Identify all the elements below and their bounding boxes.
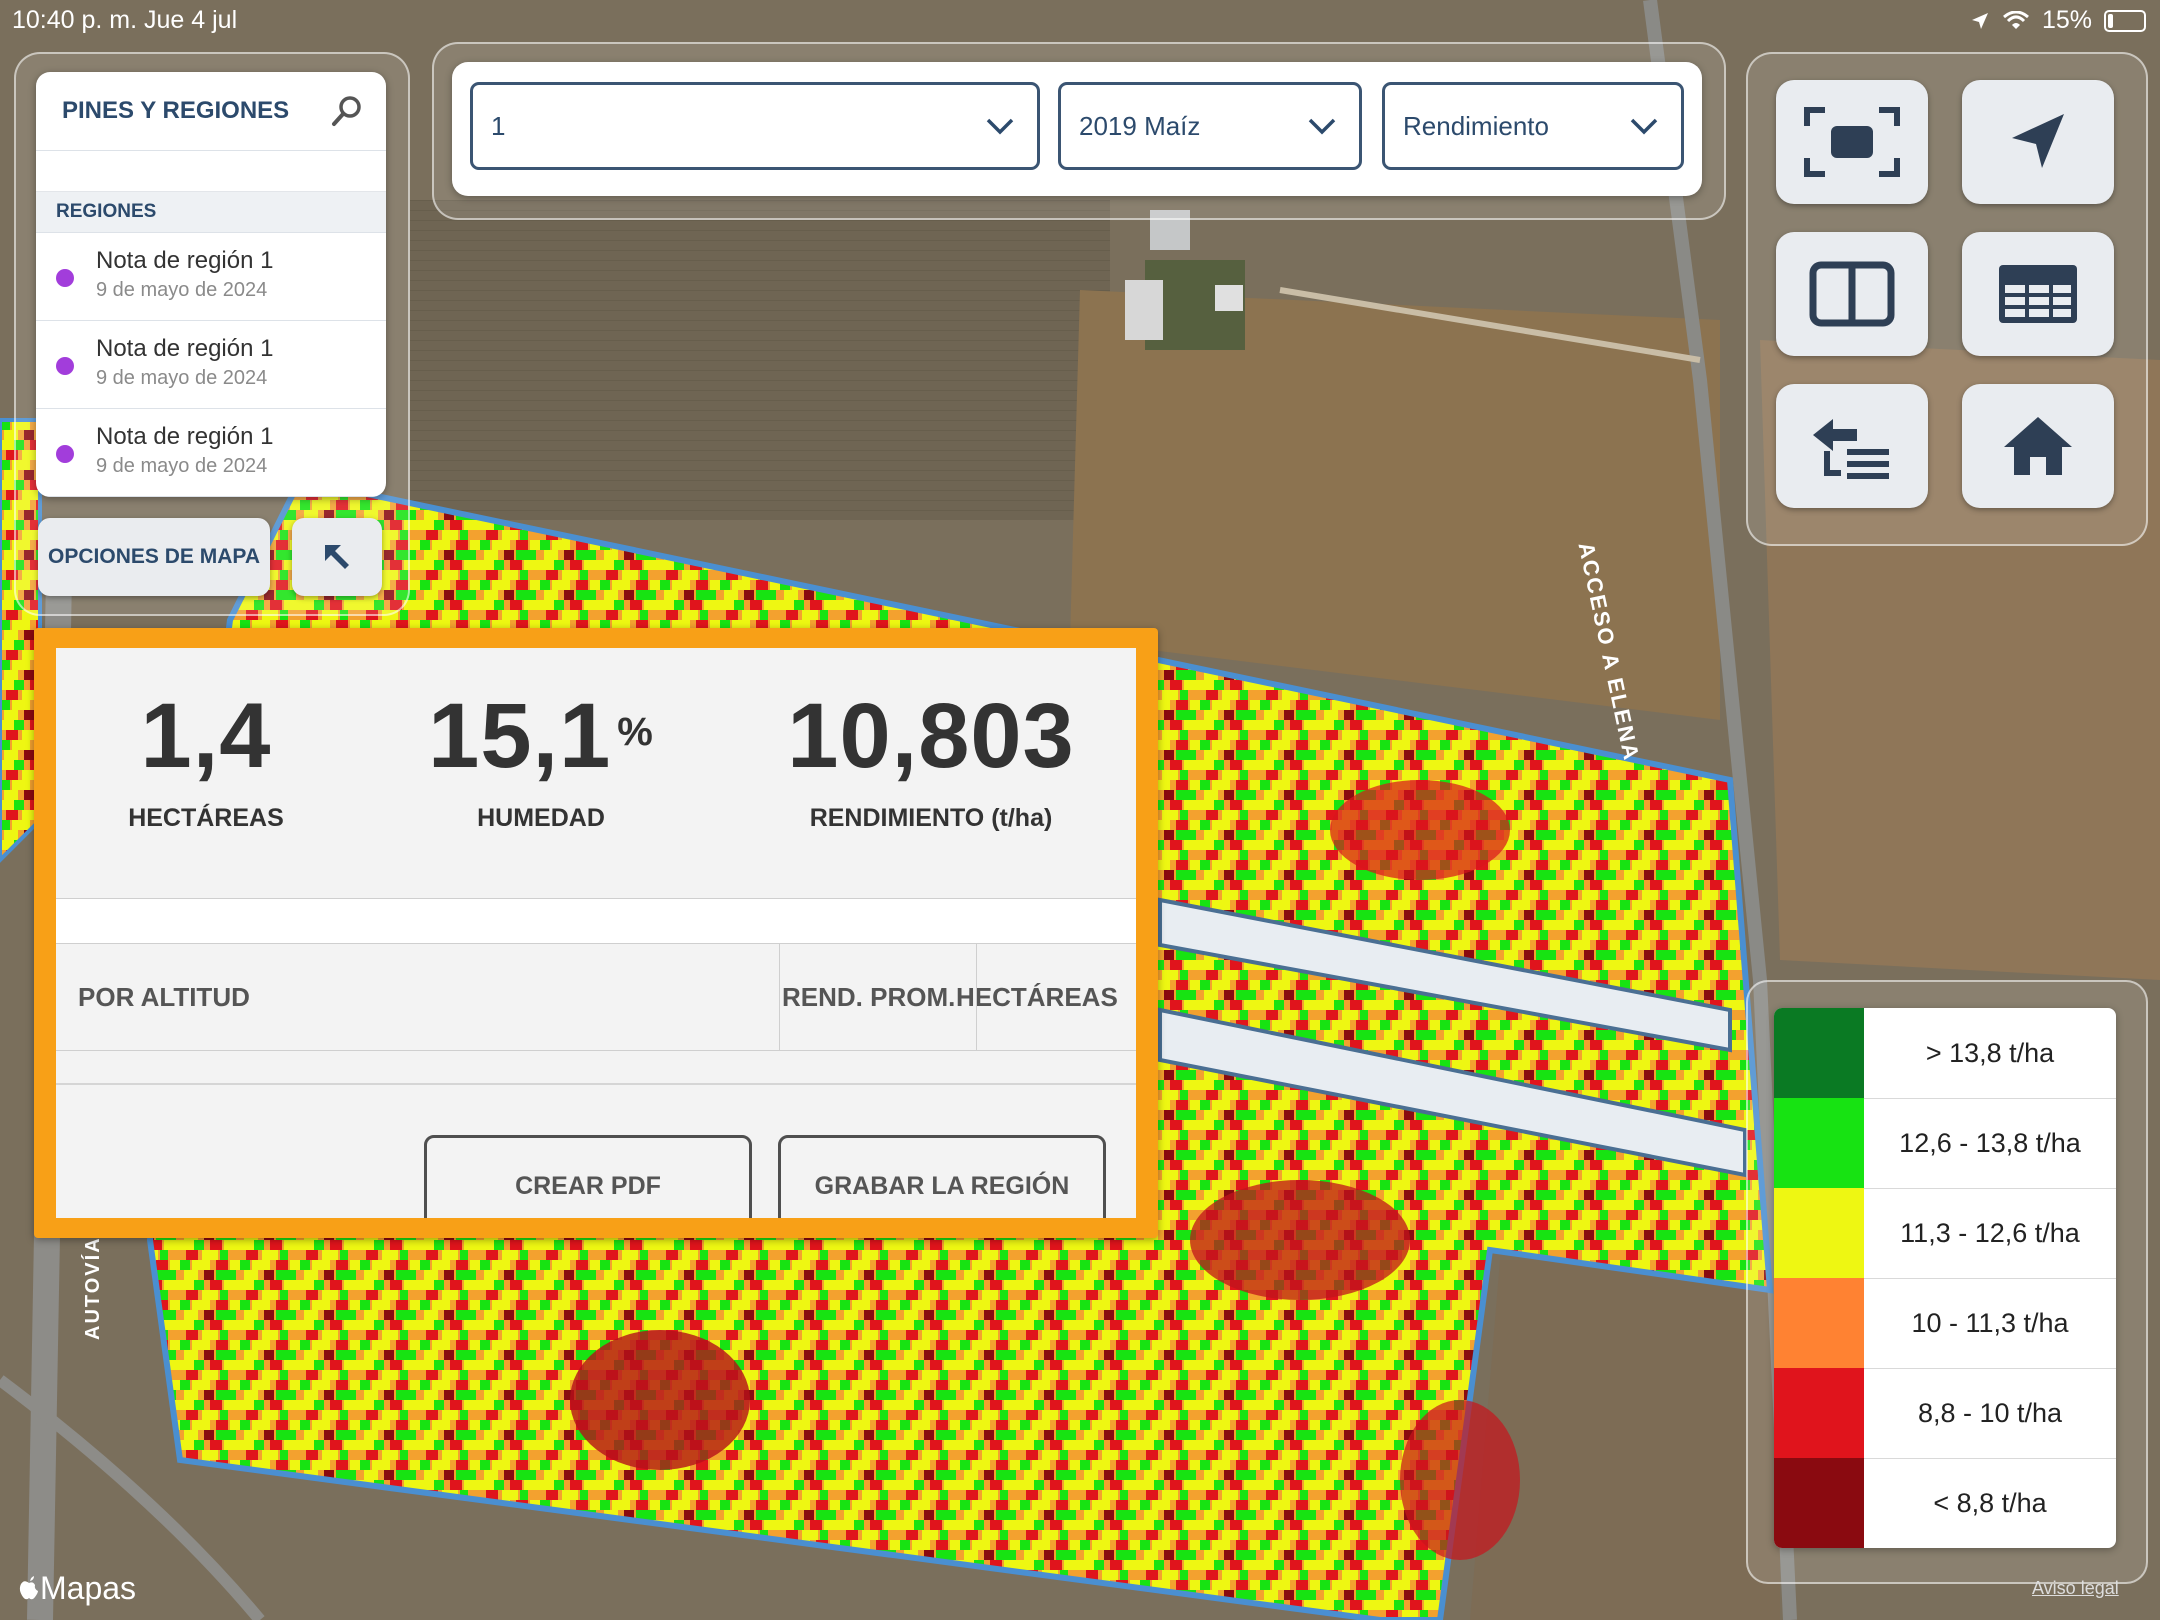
legend-row: 10 - 11,3 t/ha xyxy=(1774,1278,2116,1369)
stat-area: 1,4 HECTÁREAS xyxy=(56,648,356,898)
legend-row: 8,8 - 10 t/ha xyxy=(1774,1368,2116,1459)
road-label-autovia: AUTOVÍA xyxy=(82,1236,104,1340)
create-pdf-button[interactable]: CREAR PDF xyxy=(424,1135,752,1218)
legend-row: 11,3 - 12,6 t/ha xyxy=(1774,1188,2116,1279)
maps-attribution: Mapas xyxy=(18,1570,136,1607)
stat-humidity: 15,1% HUMEDAD xyxy=(356,648,726,898)
legend-label: < 8,8 t/ha xyxy=(1933,1487,2047,1518)
region-date: 9 de mayo de 2024 xyxy=(96,279,268,301)
region-title: Nota de región 1 xyxy=(96,247,274,274)
locate-button[interactable] xyxy=(1962,80,2114,204)
region-dot xyxy=(56,357,74,375)
search-icon[interactable] xyxy=(330,94,364,128)
save-region-button[interactable]: GRABAR LA REGIÓN xyxy=(778,1135,1106,1218)
table-icon xyxy=(1999,265,2077,323)
collapse-panel-button[interactable] xyxy=(292,518,382,596)
stat-area-label: HECTÁREAS xyxy=(128,804,284,832)
stat-yield-label: RENDIMIENTO (t/ha) xyxy=(809,804,1053,832)
search-field[interactable] xyxy=(36,151,386,192)
table-view-button[interactable] xyxy=(1962,232,2114,356)
legend-swatch xyxy=(1774,1098,1864,1188)
field-select[interactable]: 1 xyxy=(470,82,1040,170)
region-stats-panel: 1,4 HECTÁREAS 15,1% HUMEDAD 10,803 RENDI… xyxy=(34,628,1158,1238)
legend-swatch xyxy=(1774,1188,1864,1278)
regions-section-header: REGIONES xyxy=(36,192,386,233)
split-view-icon xyxy=(1809,261,1895,327)
apple-logo-icon xyxy=(19,1576,38,1600)
region-stats-content: 1,4 HECTÁREAS 15,1% HUMEDAD 10,803 RENDI… xyxy=(56,648,1136,1218)
col-altitude: POR ALTITUD xyxy=(78,981,250,1012)
location-icon xyxy=(1971,12,1988,29)
stat-area-value: 1,4 xyxy=(140,685,272,787)
region-dot xyxy=(56,269,74,287)
battery-percent: 15% xyxy=(2041,6,2092,34)
region-title: Nota de región 1 xyxy=(96,335,274,362)
legend-label: 8,8 - 10 t/ha xyxy=(1917,1397,2063,1428)
battery-icon xyxy=(2104,9,2146,32)
maps-label: Mapas xyxy=(40,1570,137,1606)
yield-legend: > 13,8 t/ha 12,6 - 13,8 t/ha 11,3 - 12,6… xyxy=(1774,1008,2116,1548)
split-view-button[interactable] xyxy=(1776,232,1928,356)
status-right: 15% xyxy=(1970,6,2146,35)
status-time: 10:40 p. m. Jue 4 jul xyxy=(12,6,238,34)
stat-humidity-label: HUMEDAD xyxy=(477,804,605,832)
legend-label: 10 - 11,3 t/ha xyxy=(1911,1307,2069,1338)
legend-swatch xyxy=(1774,1368,1864,1458)
chevron-down-icon xyxy=(1308,118,1336,135)
home-icon xyxy=(2004,417,2072,475)
layer-select[interactable]: Rendimiento xyxy=(1382,82,1684,170)
export-list-icon xyxy=(1813,419,1889,479)
humidity-number: 15,1 xyxy=(428,685,612,787)
chevron-down-icon xyxy=(986,118,1014,135)
pins-regions-panel: PINES Y REGIONES REGIONES Nota de región… xyxy=(36,72,386,497)
map-options-button[interactable]: OPCIONES DE MAPA xyxy=(38,518,270,596)
region-item[interactable]: Nota de región 1 9 de mayo de 2024 xyxy=(36,409,386,497)
status-bar: 10:40 p. m. Jue 4 jul 15% xyxy=(0,0,2160,40)
field-select-value: 1 xyxy=(491,110,506,141)
legend-label: 11,3 - 12,6 t/ha xyxy=(1900,1217,2080,1248)
legend-row: < 8,8 t/ha xyxy=(1774,1458,2116,1548)
region-dot xyxy=(56,445,74,463)
legal-link[interactable]: Aviso legal xyxy=(2032,1578,2119,1599)
col-hectares: HECTÁREAS xyxy=(956,981,1118,1012)
table-row xyxy=(56,1051,1136,1085)
region-date: 9 de mayo de 2024 xyxy=(96,367,268,389)
layer-select-value: Rendimiento xyxy=(1403,110,1549,141)
stats-spacer xyxy=(56,899,1136,944)
season-select-value: 2019 Maíz xyxy=(1079,110,1201,141)
home-button[interactable] xyxy=(1962,384,2114,508)
col-avg-yield: REND. PROM. xyxy=(782,981,956,1012)
season-select[interactable]: 2019 Maíz xyxy=(1058,82,1362,170)
region-item[interactable]: Nota de región 1 9 de mayo de 2024 xyxy=(36,233,386,321)
export-list-button[interactable] xyxy=(1776,384,1928,508)
legend-swatch xyxy=(1774,1008,1864,1098)
legend-label: > 13,8 t/ha xyxy=(1925,1037,2055,1068)
legend-row: 12,6 - 13,8 t/ha xyxy=(1774,1098,2116,1189)
region-date: 9 de mayo de 2024 xyxy=(96,455,268,477)
top-selector-bar: 1 2019 Maíz Rendimiento xyxy=(452,62,1702,196)
legend-swatch xyxy=(1774,1458,1864,1548)
stat-yield: 10,803 RENDIMIENTO (t/ha) xyxy=(726,648,1136,898)
altitude-table-header: POR ALTITUD REND. PROM. HECTÁREAS xyxy=(56,944,1136,1051)
arrow-up-left-icon xyxy=(325,545,349,569)
chevron-down-icon xyxy=(1630,118,1658,135)
location-arrow-icon xyxy=(2012,114,2064,168)
region-item[interactable]: Nota de región 1 9 de mayo de 2024 xyxy=(36,321,386,409)
wifi-icon xyxy=(2002,10,2029,29)
legend-row: > 13,8 t/ha xyxy=(1774,1008,2116,1099)
fit-screen-button[interactable] xyxy=(1776,80,1928,204)
pins-header: PINES Y REGIONES xyxy=(36,72,386,151)
legend-label: 12,6 - 13,8 t/ha xyxy=(1899,1127,2081,1158)
humidity-unit: % xyxy=(617,710,654,754)
stat-humidity-value: 15,1% xyxy=(356,684,726,789)
legend-swatch xyxy=(1774,1278,1864,1368)
fit-screen-icon xyxy=(1804,107,1900,177)
region-title: Nota de región 1 xyxy=(96,423,274,450)
stat-yield-value: 10,803 xyxy=(787,685,1075,787)
pins-title: PINES Y REGIONES xyxy=(62,97,290,124)
